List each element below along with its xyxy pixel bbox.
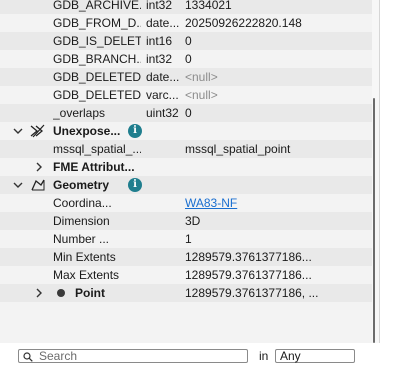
attribute-type: int32 [146, 52, 173, 66]
geometry-property-name: Min Extents [53, 250, 116, 264]
attribute-row[interactable]: GDB_FROM_D... date... 20250926222820.148 [0, 14, 372, 32]
geometry-property-value: 1289579.3761377186... [185, 250, 312, 264]
attribute-value: mssql_spatial_point [185, 142, 291, 156]
attribute-value: 20250926222820.148 [185, 16, 302, 30]
geometry-row[interactable]: Dimension 3D [0, 212, 372, 230]
attribute-type: int16 [146, 34, 173, 48]
search-scope-label: in [259, 349, 269, 363]
attribute-type: int32 [146, 0, 173, 12]
attribute-value: 0 [185, 52, 192, 66]
attribute-name: GDB_BRANCH... [53, 52, 141, 66]
feature-inspector-tree: GDB_ARCHIVE... int32 1334021 GDB_FROM_D.… [0, 0, 372, 343]
search-scope-select[interactable]: Any [275, 349, 355, 363]
attribute-type: date... [146, 16, 180, 30]
attribute-row[interactable]: GDB_ARCHIVE... int32 1334021 [0, 0, 372, 14]
attribute-name: GDB_IS_DELETE [53, 34, 141, 48]
attribute-type: date... [146, 70, 180, 84]
attribute-row[interactable]: GDB_DELETED... varc... <null> [0, 86, 372, 104]
attribute-value: 1334021 [185, 0, 232, 12]
attribute-type: varc... [146, 88, 179, 102]
attribute-name: GDB_FROM_D... [53, 16, 141, 30]
attribute-name: mssql_spatial_... [53, 142, 141, 156]
panel-divider [379, 0, 380, 358]
attribute-row[interactable]: GDB_IS_DELETE int16 0 [0, 32, 372, 50]
vertical-scrollbar[interactable] [372, 0, 379, 343]
section-title: Geometry [53, 178, 110, 192]
geometry-row[interactable]: Coordina... WA83-NF [0, 194, 372, 212]
geometry-row[interactable]: Min Extents 1289579.3761377186... [0, 248, 372, 266]
attribute-row[interactable]: _overlaps uint32 0 [0, 104, 372, 122]
point-icon [57, 289, 65, 297]
geometry-icon [30, 178, 46, 192]
chevron-down-icon[interactable] [12, 122, 24, 140]
section-title: Unexpose... [53, 124, 121, 138]
search-icon [23, 351, 33, 362]
section-unexposed[interactable]: Unexpose... i [0, 122, 372, 140]
attribute-name: GDB_ARCHIVE... [53, 0, 141, 12]
info-icon[interactable]: i [128, 178, 142, 192]
attribute-name: GDB_DELETED... [53, 70, 141, 84]
geometry-row[interactable]: Number ... 1 [0, 230, 372, 248]
attribute-type: uint32 [146, 106, 179, 120]
geometry-property-value: 3D [185, 214, 201, 228]
chevron-right-icon[interactable] [33, 284, 45, 302]
attribute-row[interactable]: GDB_BRANCH... int32 0 [0, 50, 372, 68]
scrollbar-thumb[interactable] [373, 98, 375, 343]
attribute-name: GDB_DELETED... [53, 88, 141, 102]
attribute-value: <null> [185, 88, 218, 102]
geometry-property-name: Coordina... [53, 196, 112, 210]
geometry-part-value: 1289579.3761377186, ... [185, 286, 319, 300]
geometry-property-name: Dimension [53, 214, 110, 228]
section-title: FME Attribut... [53, 160, 135, 174]
hidden-attribute-icon [30, 124, 46, 138]
geometry-point-row[interactable]: Point 1289579.3761377186, ... [0, 284, 372, 302]
section-geometry[interactable]: Geometry i [0, 176, 372, 194]
attribute-row[interactable]: GDB_DELETED... date... <null> [0, 68, 372, 86]
attribute-row[interactable]: mssql_spatial_... mssql_spatial_point [0, 140, 372, 158]
info-icon[interactable]: i [128, 124, 142, 138]
geometry-row[interactable]: Max Extents 1289579.3761377186... [0, 266, 372, 284]
coordinate-system-link[interactable]: WA83-NF [185, 194, 367, 212]
attribute-name: _overlaps [53, 106, 106, 120]
chevron-right-icon[interactable] [33, 158, 45, 176]
geometry-part-name: Point [75, 286, 105, 300]
attribute-value: 0 [185, 34, 192, 48]
geometry-property-value: 1289579.3761377186... [185, 268, 312, 282]
attribute-value: 0 [185, 106, 192, 120]
search-input[interactable]: Search [18, 349, 248, 363]
search-placeholder: Search [39, 349, 78, 363]
search-bar: Search in Any [0, 343, 393, 363]
geometry-property-name: Max Extents [53, 268, 120, 282]
geometry-property-name: Number ... [53, 232, 110, 246]
attribute-value: <null> [185, 70, 218, 84]
section-fme-attributes[interactable]: FME Attribut... [0, 158, 372, 176]
chevron-down-icon[interactable] [12, 176, 24, 194]
geometry-property-value: 1 [185, 232, 192, 246]
